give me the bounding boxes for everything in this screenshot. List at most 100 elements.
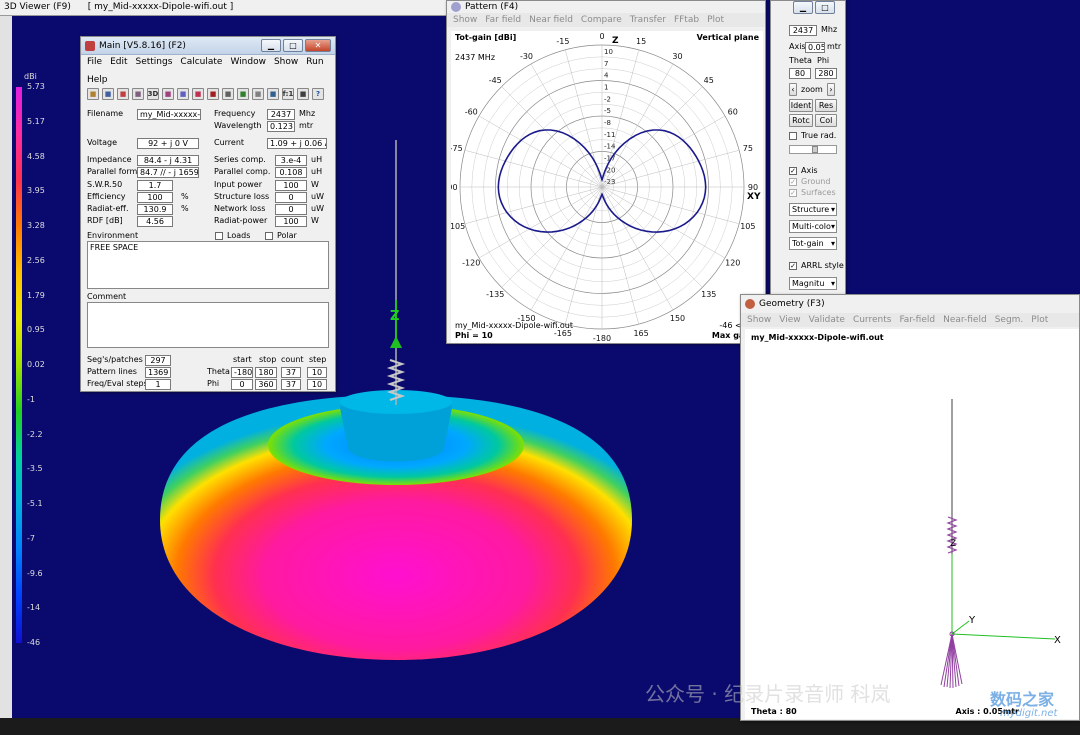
3d-icon[interactable]: 3D <box>147 88 159 100</box>
true-rad-label: True rad. <box>801 131 837 140</box>
phi-count-field[interactable]: 37 <box>281 379 301 390</box>
freq-steps-field: 1 <box>145 379 171 390</box>
chart-icon[interactable]: ■ <box>267 88 279 100</box>
theta-start-field[interactable]: -180 <box>231 367 253 378</box>
pattern-menu-compare[interactable]: Compare <box>581 15 622 25</box>
pattern-phi: Phi = 10 <box>455 331 493 340</box>
comment-box[interactable] <box>87 302 329 348</box>
antenna-icon <box>85 40 95 51</box>
col-button[interactable]: Col <box>815 114 837 127</box>
theta-step-field[interactable]: 10 <box>307 367 327 378</box>
geometry-menu-near-field[interactable]: Near-field <box>943 315 987 325</box>
pattern-menu-near-field[interactable]: Near field <box>529 15 573 25</box>
control-panel-titlebar[interactable]: ▁ □ <box>793 1 835 14</box>
input-power-field[interactable]: 100 <box>275 180 307 191</box>
phi-stop-field[interactable]: 360 <box>255 379 277 390</box>
filename-field[interactable]: my_Mid-xxxxx-Dip <box>137 109 201 120</box>
geometry-menu-segm-[interactable]: Segm. <box>995 315 1024 325</box>
pattern-icon[interactable]: ■ <box>177 88 189 100</box>
environment-box[interactable]: FREE SPACE <box>87 241 329 289</box>
viewer-titlebar[interactable]: 3D Viewer (F9) [ my_Mid-xxxxx-Dipole-wif… <box>0 0 450 16</box>
polar-chart[interactable]: 10741-2-5-8-11-14-17-20-2301530456075901… <box>451 31 763 343</box>
panel-minimize-icon[interactable]: ▁ <box>793 1 813 14</box>
viewer-file: [ my_Mid-xxxxx-Dipole-wifi.out ] <box>87 2 234 12</box>
theta-count-field[interactable]: 37 <box>281 367 301 378</box>
geometry-menu-view[interactable]: View <box>779 315 800 325</box>
colorbar-tick: -5.1 <box>27 499 43 508</box>
true-rad-checkbox[interactable] <box>789 132 797 140</box>
polar-angle-label: -30 <box>520 52 533 61</box>
network-loss-unit: uW <box>311 204 324 213</box>
save-icon[interactable]: ■ <box>102 88 114 100</box>
help-icon[interactable]: ? <box>312 88 324 100</box>
panel-axis-field[interactable]: 0.05 <box>805 42 825 53</box>
geometry-menu-plot[interactable]: Plot <box>1031 315 1048 325</box>
phi-step-field[interactable]: 10 <box>307 379 327 390</box>
minimize-icon[interactable]: ▁ <box>261 39 281 52</box>
main-menu-help[interactable]: Help <box>87 75 108 85</box>
fx-icon[interactable]: f:1 <box>282 88 294 100</box>
surfaces-checkbox[interactable]: ✓ <box>789 189 797 197</box>
sweep-icon[interactable]: ■ <box>237 88 249 100</box>
main-menu-file[interactable]: File <box>87 57 102 67</box>
loads-checkbox[interactable] <box>215 232 223 240</box>
main-menu-window[interactable]: Window <box>230 57 266 67</box>
structure-select[interactable]: Structure <box>789 203 837 216</box>
frequency-label: Frequency <box>214 109 256 118</box>
main-menu-run[interactable]: Run <box>306 57 323 67</box>
main-menu-edit[interactable]: Edit <box>110 57 127 67</box>
main-menu-settings[interactable]: Settings <box>136 57 173 67</box>
book-icon[interactable]: ■ <box>297 88 309 100</box>
voltage-label: Voltage <box>87 138 118 147</box>
geometry-menu-far-field[interactable]: Far-field <box>899 315 935 325</box>
nearfield-icon[interactable]: ■ <box>192 88 204 100</box>
zoom-out-button[interactable]: ‹ <box>789 83 797 96</box>
close-icon[interactable]: ✕ <box>305 39 331 52</box>
phi-start-field[interactable]: 0 <box>231 379 253 390</box>
edit-icon[interactable]: ■ <box>162 88 174 100</box>
totgain-select[interactable]: Tot-gain <box>789 237 837 250</box>
pattern-menu-transfer[interactable]: Transfer <box>630 15 666 25</box>
theta-stop-field[interactable]: 180 <box>255 367 277 378</box>
geometry-titlebar[interactable]: Geometry (F3) <box>741 295 1079 313</box>
cube-icon[interactable]: ■ <box>132 88 144 100</box>
res-button[interactable]: Res <box>815 99 837 112</box>
maximize-icon[interactable]: □ <box>283 39 303 52</box>
pattern-menu-show[interactable]: Show <box>453 15 477 25</box>
arrl-checkbox[interactable]: ✓ <box>789 262 797 270</box>
multicolor-select[interactable]: Multi-colo <box>789 220 837 233</box>
open-icon[interactable]: ■ <box>87 88 99 100</box>
panel-phi-field[interactable]: 280 <box>815 68 837 79</box>
panel-maximize-icon[interactable]: □ <box>815 1 835 14</box>
magnitude-select[interactable]: Magnitu <box>789 277 837 290</box>
polar-ring-label: 10 <box>604 48 613 56</box>
smith-icon[interactable]: ■ <box>252 88 264 100</box>
panel-theta-field[interactable]: 80 <box>789 68 811 79</box>
pattern-menu-far-field[interactable]: Far field <box>485 15 521 25</box>
pattern-menu-fftab[interactable]: FFtab <box>674 15 699 25</box>
panel-slider[interactable] <box>789 145 837 154</box>
geometry-canvas[interactable]: my_Mid-xxxxx-Dipole-wifi.out X Y Z Theta… <box>745 329 1079 719</box>
axis-checkbox[interactable]: ✓ <box>789 167 797 175</box>
target-icon[interactable]: ■ <box>207 88 219 100</box>
geometry-menu-validate[interactable]: Validate <box>809 315 845 325</box>
zoom-in-button[interactable]: › <box>827 83 835 96</box>
geometry-menu-show[interactable]: Show <box>747 315 771 325</box>
main-menu-show[interactable]: Show <box>274 57 298 67</box>
viewer-title: 3D Viewer (F9) <box>4 2 71 12</box>
geometry-menu-currents[interactable]: Currents <box>853 315 892 325</box>
pattern-titlebar[interactable]: Pattern (F4) <box>447 1 765 13</box>
gear-icon[interactable]: ■ <box>222 88 234 100</box>
pattern-menu-plot[interactable]: Plot <box>707 15 724 25</box>
polar-angle-label: 105 <box>740 222 755 231</box>
polar-spoke <box>601 186 703 288</box>
ident-button[interactable]: Ident <box>789 99 813 112</box>
main-titlebar[interactable]: Main [V5.8.16] (F2) ▁ □ ✕ <box>81 37 335 55</box>
frequency-field[interactable]: 2437 <box>267 109 295 120</box>
rotc-button[interactable]: Rotc <box>789 114 813 127</box>
ground-checkbox[interactable]: ✓ <box>789 178 797 186</box>
main-menu-calculate[interactable]: Calculate <box>180 57 222 67</box>
antenna-icon[interactable]: ■ <box>117 88 129 100</box>
polar-checkbox[interactable] <box>265 232 273 240</box>
panel-freq-field[interactable]: 2437 <box>789 25 817 36</box>
